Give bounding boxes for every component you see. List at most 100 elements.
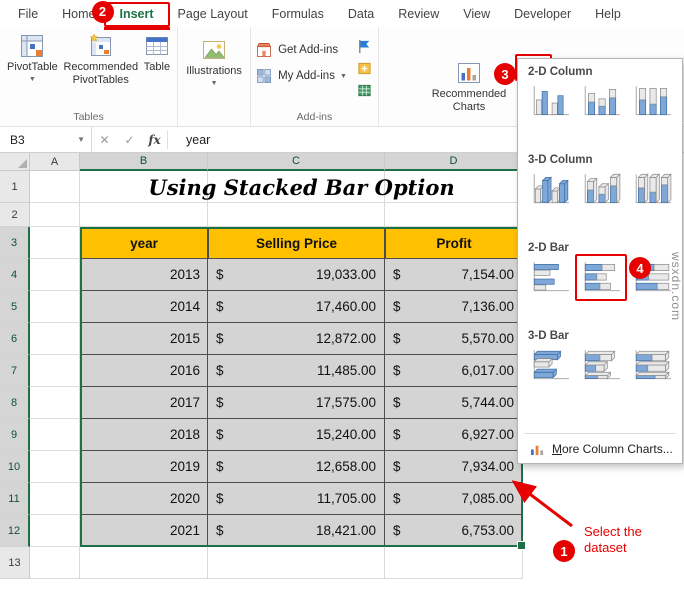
- row-header-11[interactable]: 11: [0, 483, 30, 515]
- cell-C11[interactable]: $11,705.00: [208, 483, 385, 515]
- cell-A1[interactable]: [30, 171, 80, 203]
- cell-D10[interactable]: $7,934.00: [385, 451, 523, 483]
- cell-C3[interactable]: Selling Price: [208, 227, 385, 259]
- cell-B13[interactable]: [80, 547, 208, 579]
- cell-B2[interactable]: [80, 203, 208, 227]
- tab-formulas[interactable]: Formulas: [260, 3, 336, 25]
- pivottable-button[interactable]: PivotTable ▼: [4, 29, 61, 85]
- stacked-column-100-icon[interactable]: [628, 81, 676, 123]
- cell-D2[interactable]: [385, 203, 523, 227]
- cell-B7[interactable]: 2016: [80, 355, 208, 387]
- row-header-13[interactable]: 13: [0, 547, 30, 579]
- row-header-12[interactable]: 12: [0, 515, 30, 547]
- cell-A11[interactable]: [30, 483, 80, 515]
- get-addins-button[interactable]: Get Add-ins: [255, 41, 347, 59]
- col-header-C[interactable]: C: [208, 153, 385, 171]
- more-column-charts-item[interactable]: More Column Charts...: [524, 433, 676, 463]
- row-header-6[interactable]: 6: [0, 323, 30, 355]
- cell-B5[interactable]: 2014: [80, 291, 208, 323]
- cell-B12[interactable]: 2021: [80, 515, 208, 547]
- green-addin-icon[interactable]: [357, 83, 372, 98]
- cell-C8[interactable]: $17,575.00: [208, 387, 385, 419]
- cell-A13[interactable]: [30, 547, 80, 579]
- cell-D5[interactable]: $7,136.00: [385, 291, 523, 323]
- row-header-3[interactable]: 3: [0, 227, 30, 259]
- stacked-column-100-3d-icon[interactable]: [628, 169, 676, 211]
- cell-A8[interactable]: [30, 387, 80, 419]
- row-header-5[interactable]: 5: [0, 291, 30, 323]
- row-header-2[interactable]: 2: [0, 203, 30, 227]
- clustered-column-icon[interactable]: [526, 81, 574, 123]
- cell-A4[interactable]: [30, 259, 80, 291]
- cell-D9[interactable]: $6,927.00: [385, 419, 523, 451]
- select-all-corner[interactable]: [0, 153, 30, 171]
- cell-C13[interactable]: [208, 547, 385, 579]
- tab-view[interactable]: View: [451, 3, 502, 25]
- flag-addin-icon[interactable]: [357, 39, 372, 54]
- cell-C1[interactable]: [208, 171, 385, 203]
- row-header-4[interactable]: 4: [0, 259, 30, 291]
- tab-data[interactable]: Data: [336, 3, 386, 25]
- stacked-bar-3d-icon[interactable]: [577, 345, 625, 387]
- enter-button[interactable]: ✓: [117, 127, 142, 152]
- tab-help[interactable]: Help: [583, 3, 633, 25]
- cell-A10[interactable]: [30, 451, 80, 483]
- tab-page-layout[interactable]: Page Layout: [166, 3, 260, 25]
- stacked-column-icon[interactable]: [577, 81, 625, 123]
- cell-C7[interactable]: $11,485.00: [208, 355, 385, 387]
- cell-A5[interactable]: [30, 291, 80, 323]
- my-addins-button[interactable]: My Add-ins ▼: [255, 67, 347, 85]
- tab-home[interactable]: Home: [50, 3, 107, 25]
- col-header-D[interactable]: D: [385, 153, 523, 171]
- tab-file[interactable]: File: [6, 3, 50, 25]
- table-button[interactable]: Table: [141, 29, 173, 76]
- cell-B11[interactable]: 2020: [80, 483, 208, 515]
- cell-D3[interactable]: Profit: [385, 227, 523, 259]
- clustered-column-3d-icon[interactable]: [526, 169, 574, 211]
- cell-D11[interactable]: $7,085.00: [385, 483, 523, 515]
- cell-A3[interactable]: [30, 227, 80, 259]
- cell-D13[interactable]: [385, 547, 523, 579]
- cell-D1[interactable]: [385, 171, 523, 203]
- tab-insert[interactable]: Insert 2: [91, 0, 170, 30]
- cell-D6[interactable]: $5,570.00: [385, 323, 523, 355]
- cell-D12[interactable]: $6,753.00: [385, 515, 523, 547]
- cell-B6[interactable]: 2015: [80, 323, 208, 355]
- tab-review[interactable]: Review: [386, 3, 451, 25]
- cancel-button[interactable]: ✕: [92, 127, 117, 152]
- recommended-charts-button[interactable]: Recommended Charts: [424, 56, 514, 115]
- row-header-7[interactable]: 7: [0, 355, 30, 387]
- cell-D4[interactable]: $7,154.00: [385, 259, 523, 291]
- cell-C12[interactable]: $18,421.00: [208, 515, 385, 547]
- tab-developer[interactable]: Developer: [502, 3, 583, 25]
- cell-C4[interactable]: $19,033.00: [208, 259, 385, 291]
- cell-C10[interactable]: $12,658.00: [208, 451, 385, 483]
- row-header-8[interactable]: 8: [0, 387, 30, 419]
- cell-B4[interactable]: 2013: [80, 259, 208, 291]
- col-header-A[interactable]: A: [30, 153, 80, 171]
- cell-A7[interactable]: [30, 355, 80, 387]
- cell-C5[interactable]: $17,460.00: [208, 291, 385, 323]
- cell-B8[interactable]: 2017: [80, 387, 208, 419]
- clustered-bar-3d-icon[interactable]: [526, 345, 574, 387]
- name-box[interactable]: B3 ▼: [0, 127, 92, 152]
- recommended-pivottables-button[interactable]: Recommended PivotTables: [63, 29, 139, 88]
- cell-C9[interactable]: $15,240.00: [208, 419, 385, 451]
- yellow-addin-icon[interactable]: [357, 61, 372, 76]
- col-header-B[interactable]: B: [80, 153, 208, 171]
- illustrations-button[interactable]: Illustrations ▼: [182, 29, 246, 89]
- cell-B1[interactable]: [80, 171, 208, 203]
- cell-C2[interactable]: [208, 203, 385, 227]
- cell-B9[interactable]: 2018: [80, 419, 208, 451]
- cell-A9[interactable]: [30, 419, 80, 451]
- cell-B3[interactable]: year: [80, 227, 208, 259]
- cell-A12[interactable]: [30, 515, 80, 547]
- stacked-bar-100-3d-icon[interactable]: [628, 345, 676, 387]
- cell-C6[interactable]: $12,872.00: [208, 323, 385, 355]
- cell-D8[interactable]: $5,744.00: [385, 387, 523, 419]
- insert-function-button[interactable]: fx: [142, 127, 167, 152]
- stacked-bar-icon[interactable]: 4: [575, 254, 651, 301]
- row-header-10[interactable]: 10: [0, 451, 30, 483]
- cell-B10[interactable]: 2019: [80, 451, 208, 483]
- cell-A2[interactable]: [30, 203, 80, 227]
